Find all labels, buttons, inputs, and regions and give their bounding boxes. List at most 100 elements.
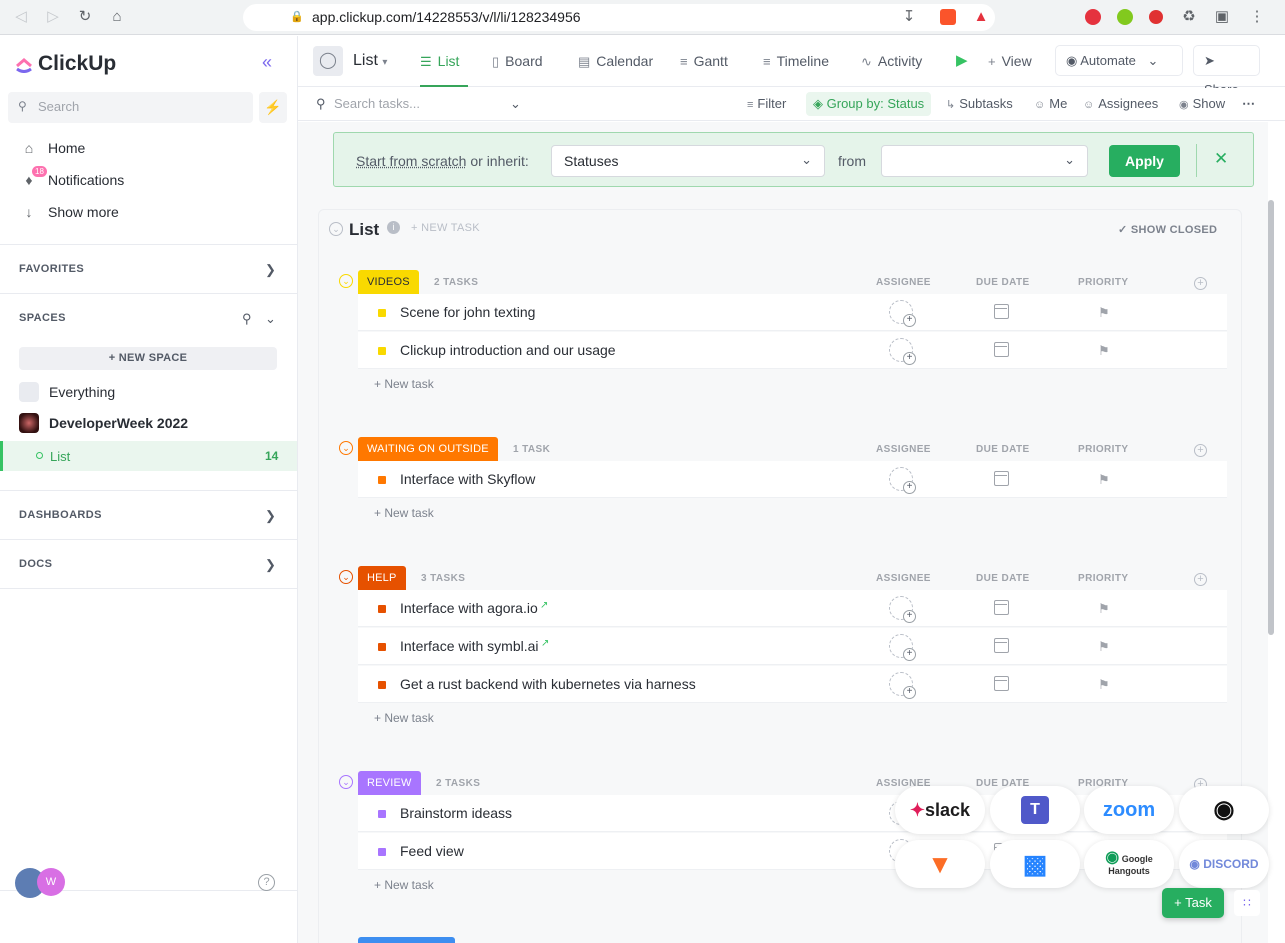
new-task-link[interactable]: + New task [374,377,434,391]
status-square-icon[interactable] [378,309,386,317]
favorites-header[interactable]: FAVORITES [19,263,84,275]
share-button[interactable]: ➤ Share [1193,45,1260,97]
flag-icon[interactable]: ⚑ [1098,677,1110,693]
new-task-link[interactable]: + New task [374,711,434,725]
home-icon[interactable]: ⌂ [108,8,126,26]
assign-user-icon[interactable] [889,338,916,365]
task-name[interactable]: Interface with Skyflow [400,471,535,487]
task-row[interactable]: Scene for john texting ⚑ [358,294,1227,331]
zoom-integration[interactable]: zoom [1084,786,1174,834]
gitlab-integration[interactable]: ▼ [895,840,985,888]
status-tag[interactable]: REVIEW [358,771,421,795]
forward-icon[interactable]: ▷ [44,8,62,26]
add-column-icon[interactable]: + [1194,573,1207,586]
status-square-icon[interactable] [378,681,386,689]
docs-header[interactable]: DOCS [19,558,52,570]
tab-board[interactable]: ▯ Board [492,36,543,87]
chevron-down-icon[interactable]: ⌄ [265,311,276,327]
task-row[interactable]: Clickup introduction and our usage ⚑ [358,332,1227,369]
task-name[interactable]: Get a rust backend with kubernetes via h… [400,676,696,692]
slack-integration[interactable]: ✦slack [895,786,985,834]
task-name[interactable]: Interface with agora.io [400,600,538,616]
flag-icon[interactable]: ⚑ [1098,472,1110,488]
dashboards-header[interactable]: DASHBOARDS [19,509,102,521]
chevron-right-icon[interactable]: ❯ [265,557,276,573]
automate-button[interactable]: ◉ Automate ⌄ [1055,45,1183,76]
status-square-icon[interactable] [378,810,386,818]
status-square-icon[interactable] [378,347,386,355]
calendar-icon[interactable] [994,304,1009,319]
task-search-input[interactable]: Search tasks... [334,96,420,111]
collapse-group-icon[interactable]: ⌄ [339,775,353,789]
task-name[interactable]: Brainstorm ideass [400,805,512,821]
close-icon[interactable]: ✕ [1214,149,1228,169]
me-button[interactable]: ☺ Me [1034,96,1067,111]
show-button[interactable]: ◉ Show [1179,96,1225,111]
sidebar-item-space[interactable]: DeveloperWeek 2022 [19,413,188,433]
menu-icon[interactable]: ⋮ [1248,8,1266,26]
scrollbar[interactable] [1268,200,1274,635]
adblock-icon[interactable] [1085,9,1101,25]
filter-button[interactable]: ≡ Filter [747,96,786,111]
reload-icon[interactable]: ↻ [76,8,94,26]
task-name[interactable]: Clickup introduction and our usage [400,342,616,358]
url-text[interactable]: app.clickup.com/14228553/v/l/li/12823495… [312,9,581,25]
calendar-icon[interactable] [994,676,1009,691]
new-task-link[interactable]: + New task [374,878,434,892]
flag-icon[interactable]: ⚑ [1098,601,1110,617]
from-select[interactable]: ⌄ [881,145,1088,177]
tab-timeline[interactable]: ≡ Timeline [763,36,829,87]
assign-user-icon[interactable] [889,634,916,661]
chevron-right-icon[interactable]: ❯ [265,508,276,524]
assign-user-icon[interactable] [889,596,916,623]
calendar-icon[interactable] [994,638,1009,653]
calendar-icon[interactable] [994,471,1009,486]
list-title-dropdown[interactable]: List ▾ [353,36,387,87]
tab-gantt[interactable]: ≡ Gantt [680,36,728,87]
task-name[interactable]: Interface with symbl.ai [400,638,539,654]
collapse-list-icon[interactable]: ⌄ [329,222,343,236]
group-by-button[interactable]: ◈ Group by: Status [806,92,932,116]
status-tag[interactable]: HELP [358,566,406,590]
calendar-icon[interactable] [994,600,1009,615]
due-date-column-header[interactable]: DUE DATE [976,573,1030,584]
puzzle-icon[interactable]: ♻ [1180,8,1198,26]
priority-column-header[interactable]: PRIORITY [1078,444,1128,455]
nav-home[interactable]: ⌂ Home [20,140,86,156]
nav-notifications[interactable]: ♦ 18 Notifications [20,166,124,188]
tab-activity[interactable]: ∿ Activity [861,36,922,87]
back-icon[interactable]: ◁ [12,8,30,26]
wallet-icon[interactable]: ▣ [1213,8,1231,26]
task-row[interactable]: Interface with Skyflow ⚑ [358,461,1227,498]
tab-list[interactable]: ☰ List [420,36,468,87]
clickup-logo[interactable]: ClickUp [14,52,116,76]
space-settings-icon[interactable]: ◯ [313,46,343,76]
sidebar-search-input[interactable]: ⚲ Search [8,92,253,123]
due-date-column-header[interactable]: DUE DATE [976,277,1030,288]
collapse-sidebar-icon[interactable]: « [262,52,272,73]
assignee-column-header[interactable]: ASSIGNEE [876,573,931,584]
add-view-button[interactable]: + View [988,36,1032,87]
bolt-icon[interactable]: ⚡ [259,92,287,123]
assignee-column-header[interactable]: ASSIGNEE [876,444,931,455]
task-row[interactable]: Interface with agora.io↗ ⚑ [358,590,1227,627]
collapse-group-icon[interactable]: ⌄ [339,274,353,288]
new-task-link[interactable]: + New task [374,506,434,520]
flag-icon[interactable]: ⚑ [1098,343,1110,359]
new-task-button[interactable]: + Task [1162,888,1224,918]
status-square-icon[interactable] [378,848,386,856]
bitbucket-integration[interactable]: ▩ [990,840,1080,888]
calendar-icon[interactable] [994,342,1009,357]
apply-button[interactable]: Apply [1109,145,1180,177]
add-column-icon[interactable]: + [1194,277,1207,290]
flag-icon[interactable]: ⚑ [1098,305,1110,321]
collapse-group-icon[interactable]: ⌄ [339,570,353,584]
download-icon[interactable]: ↧ [900,8,918,26]
task-name[interactable]: Scene for john texting [400,304,535,320]
teams-integration[interactable]: T [990,786,1080,834]
start-from-scratch-link[interactable]: Start from scratch [356,153,466,169]
search-icon[interactable]: ⚲ [242,311,252,327]
status-square-icon[interactable] [378,605,386,613]
brave-rewards-icon[interactable]: ▲ [972,8,990,26]
sidebar-item-list[interactable]: List 14 [0,441,297,471]
